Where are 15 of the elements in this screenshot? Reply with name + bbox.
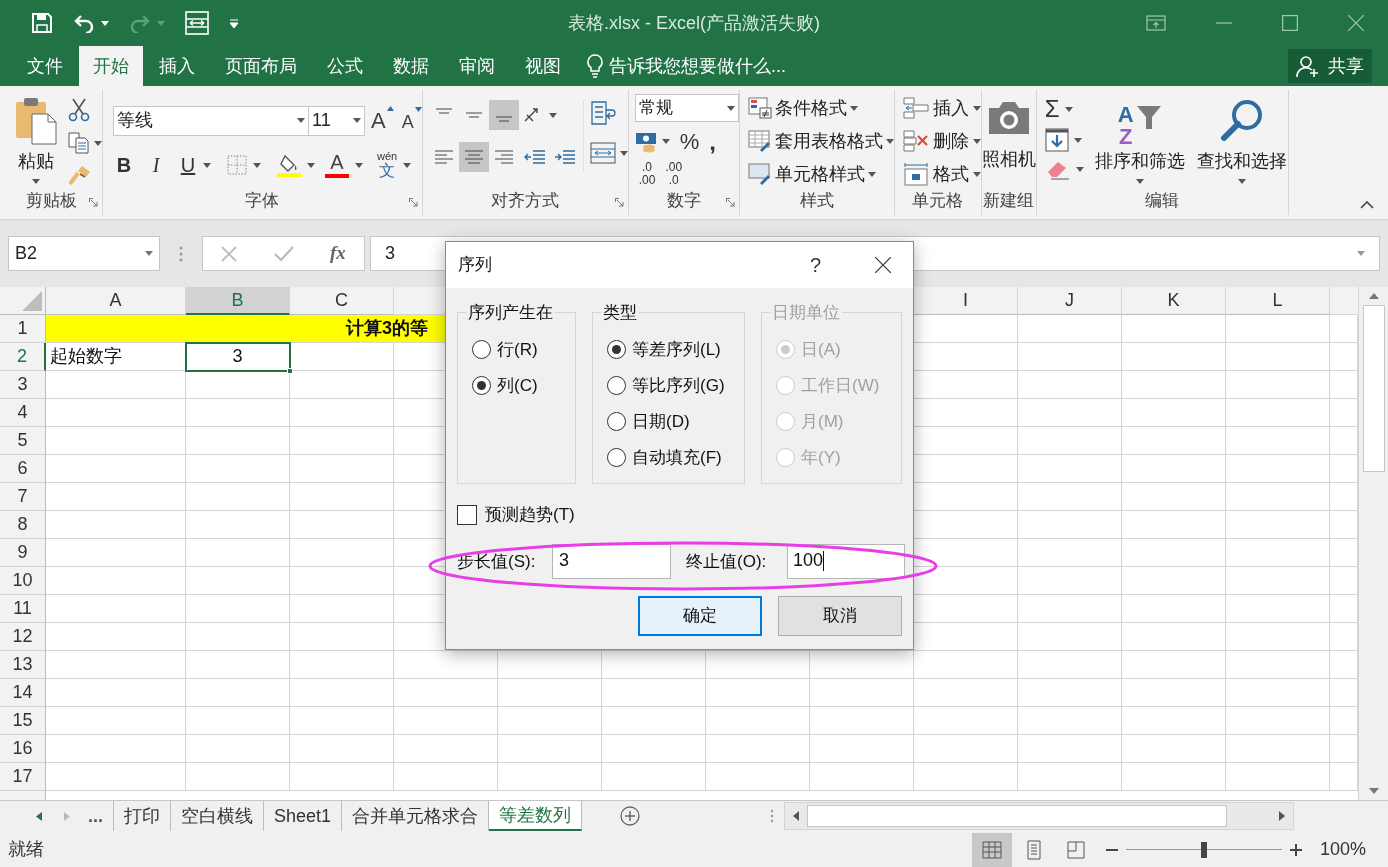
group-label: 新建组: [983, 190, 1035, 213]
sort-letter: A: [1117, 104, 1134, 126]
group-label: 样式: [799, 190, 834, 213]
window-title: 表格.xlsx - Excel(产品激活失败): [567, 11, 821, 35]
sort-letter: Z: [1117, 126, 1134, 148]
group-label: 编辑: [1145, 190, 1180, 213]
group-label: 单元格: [912, 190, 964, 213]
group-label: 对齐方式: [491, 190, 560, 213]
group-label: 数字: [666, 190, 701, 213]
group-label: 字体: [245, 190, 280, 213]
group-label: 剪贴板: [25, 190, 77, 213]
dialog-title: 序列: [458, 254, 492, 277]
zoom-level: 100%: [1319, 838, 1366, 861]
status-text: 就绪: [8, 838, 44, 861]
field-label: 终止值(O):: [686, 550, 768, 573]
